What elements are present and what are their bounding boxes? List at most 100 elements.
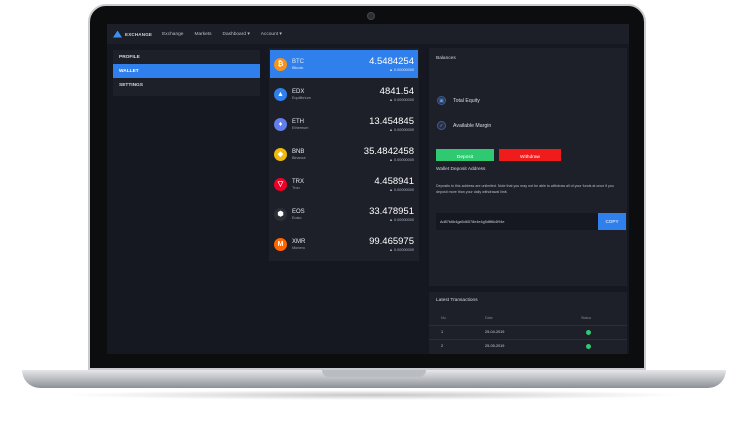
- copy-button[interactable]: COPY: [598, 213, 626, 230]
- coin-names: EOS Eosio: [292, 209, 342, 220]
- coin-names: XMR Monero: [292, 239, 342, 250]
- coin-row-eos[interactable]: ⬢ EOS Eosio 33.478951 ▲ 0.00000000: [270, 200, 418, 228]
- coin-name: Bitcoin: [292, 65, 304, 70]
- coin-sub-value: ▲ 0.00000000: [389, 128, 414, 132]
- coin-sub-text: 0.00000000: [393, 98, 414, 102]
- table-row[interactable]: 1 25-04-2019: [429, 325, 627, 339]
- coin-amount: 4.458941: [374, 176, 414, 187]
- coin-values: 4841.54 ▲ 0.00000000: [380, 86, 414, 102]
- coin-names: BNB Binance: [292, 149, 342, 160]
- nav-dashboard[interactable]: Dashboard ▾: [223, 32, 250, 37]
- coin-row-trx[interactable]: ▽ TRX Tron 4.458941 ▲ 0.00000000: [270, 170, 418, 198]
- brand-logo[interactable]: EXCHANGE: [113, 30, 153, 38]
- nav-account[interactable]: Account ▾: [261, 32, 282, 37]
- coin-name: Ethereum: [292, 125, 309, 130]
- menu-item-profile[interactable]: PROFILE: [113, 50, 260, 64]
- coin-row-edx[interactable]: ▲ EDX Equilibrium 4841.54 ▲ 0.00000000: [270, 80, 418, 108]
- coin-amount: 99.465975: [369, 236, 414, 247]
- table-row[interactable]: 2 25-05-2019: [429, 339, 627, 353]
- btc-coin-icon: ₿: [274, 57, 287, 71]
- eth-coin-icon: ♦: [274, 117, 287, 131]
- top-navbar: EXCHANGE Exchange Markets Dashboard ▾ Ac…: [107, 24, 629, 44]
- coin-sub-value: ▲ 0.00000000: [389, 248, 414, 252]
- row-no: 2: [441, 344, 444, 348]
- coin-symbol: ETH: [292, 118, 304, 125]
- transactions-panel: Latest Transactions No. Date Status 1 25…: [429, 292, 627, 354]
- coin-row-xmr[interactable]: M XMR Monero 99.465975 ▲ 0.00000000: [270, 230, 418, 258]
- coin-row-eth[interactable]: ♦ ETH Ethereum 13.454845 ▲ 0.00000000: [270, 110, 418, 138]
- coin-sub-text: 0.00000000: [393, 68, 414, 72]
- coin-names: ETH Ethereum: [292, 119, 342, 130]
- deposit-note: Deposits to this address are unlimited. …: [436, 184, 614, 194]
- check-icon: ✓: [437, 121, 446, 130]
- coin-amount: 4.5484254: [369, 56, 414, 67]
- coin-sub-value: ▲ 0.00000000: [389, 68, 414, 72]
- coin-names: EDX Equilibrium: [292, 89, 342, 100]
- coin-name: Monero: [292, 245, 305, 250]
- edx-coin-icon: ▲: [274, 87, 287, 101]
- logo-icon: [113, 30, 122, 38]
- coin-row-btc[interactable]: ₿ BTC Bitcoin 4.5484254 ▲ 0.00000000: [270, 50, 418, 78]
- total-equity-label: Total Equity: [453, 97, 480, 104]
- coin-sub-value: ▲ 0.00000000: [389, 158, 414, 162]
- row-date: 25-04-2019: [485, 330, 505, 334]
- header-no: No.: [441, 316, 447, 320]
- coin-symbol: BNB: [292, 148, 305, 155]
- eos-coin-icon: ⬢: [274, 207, 287, 221]
- wallet-icon: ▣: [437, 96, 446, 105]
- transactions-title: Latest Transactions: [436, 298, 478, 303]
- coin-sub-value: ▲ 0.00000000: [389, 218, 414, 222]
- coin-values: 33.478951 ▲ 0.00000000: [369, 206, 414, 222]
- coin-sub-text: 0.00000000: [393, 218, 414, 222]
- coin-list: ₿ BTC Bitcoin 4.5484254 ▲ 0.00000000 ▲ EDX Equi…: [269, 48, 419, 261]
- coin-values: 13.454845 ▲ 0.00000000: [369, 116, 414, 132]
- available-margin-row: ✓ Available Margin: [437, 121, 491, 130]
- coin-sub-value: ▲ 0.00000000: [389, 98, 414, 102]
- row-no: 1: [441, 330, 444, 334]
- coin-symbol: BTC: [292, 58, 304, 65]
- camera-icon: [367, 12, 375, 20]
- available-margin-label: Available Margin: [453, 122, 492, 129]
- coin-symbol: XMR: [292, 238, 306, 245]
- logo-text: EXCHANGE: [125, 31, 153, 37]
- laptop-shadow: [60, 390, 688, 400]
- coin-names: TRX Tron: [292, 179, 342, 190]
- coin-symbol: EOS: [292, 208, 305, 215]
- status-dot-icon: [586, 344, 591, 349]
- coin-name: Binance: [292, 155, 306, 160]
- coin-row-bnb[interactable]: ◆ BNB Binance 35.4842458 ▲ 0.00000000: [270, 140, 418, 168]
- coin-values: 99.465975 ▲ 0.00000000: [369, 236, 414, 252]
- coin-values: 4.5484254 ▲ 0.00000000: [369, 56, 414, 72]
- coin-amount: 35.4842458: [363, 146, 414, 157]
- deposit-address-field[interactable]: Ad87b6b4ga5d6578e4e4g5dff6k4f94e: [436, 213, 598, 230]
- coin-sub-text: 0.00000000: [393, 158, 414, 162]
- xmr-coin-icon: M: [274, 237, 287, 251]
- nav-exchange[interactable]: Exchange: [162, 32, 183, 37]
- balances-title: Balances: [436, 56, 456, 61]
- menu-item-settings[interactable]: SETTINGS: [113, 78, 260, 92]
- coin-name: Eosio: [292, 215, 302, 220]
- bnb-coin-icon: ◆: [274, 147, 287, 161]
- balances-panel: Balances ▣ Total Equity ✓ Available Marg…: [429, 48, 627, 178]
- nav-markets[interactable]: Markets: [194, 32, 211, 37]
- side-menu: PROFILE WALLET SETTINGS: [113, 50, 260, 96]
- coin-symbol: EDX: [292, 88, 305, 95]
- coin-amount: 33.478951: [369, 206, 414, 217]
- coin-sub-text: 0.00000000: [393, 128, 414, 132]
- coin-amount: 13.454845: [369, 116, 414, 127]
- deposit-address-panel: Wallet Deposit Address Deposits to this …: [429, 161, 627, 286]
- coin-values: 4.458941 ▲ 0.00000000: [374, 176, 414, 192]
- coin-sub-text: 0.00000000: [393, 188, 414, 192]
- coin-symbol: TRX: [292, 178, 304, 185]
- coin-amount: 4841.54: [379, 86, 414, 97]
- coin-name: Equilibrium: [292, 95, 311, 100]
- row-date: 25-05-2019: [485, 344, 505, 348]
- trx-coin-icon: ▽: [274, 177, 287, 191]
- coin-name: Tron: [292, 185, 300, 190]
- coin-names: BTC Bitcoin: [292, 59, 342, 70]
- status-dot-icon: [586, 330, 591, 335]
- total-equity-row: ▣ Total Equity: [437, 96, 480, 105]
- app-screen: EXCHANGE Exchange Markets Dashboard ▾ Ac…: [107, 24, 629, 354]
- menu-item-wallet[interactable]: WALLET: [113, 64, 260, 78]
- coin-values: 35.4842458 ▲ 0.00000000: [364, 146, 414, 162]
